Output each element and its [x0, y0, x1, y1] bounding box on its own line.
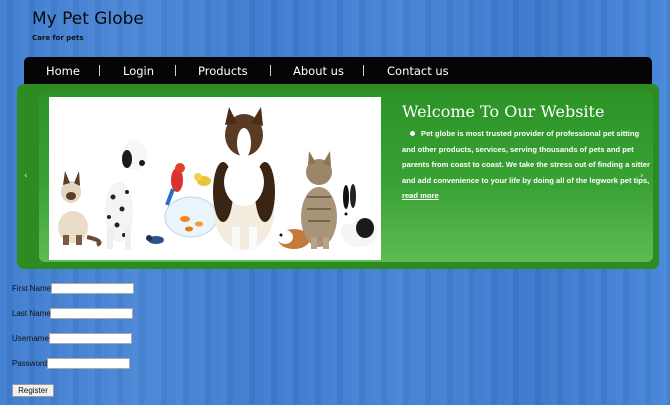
nav-login-link[interactable]: Login: [123, 64, 154, 78]
first-name-label: First Name: [12, 284, 52, 293]
username-input[interactable]: [49, 333, 132, 344]
password-input[interactable]: [47, 358, 130, 369]
bullet-icon: [410, 131, 415, 136]
nav-separator: [175, 65, 176, 76]
password-label: Password: [12, 359, 48, 368]
fishbowl-icon: [164, 196, 218, 238]
welcome-description-text: Pet globe is most trusted provider of pr…: [402, 129, 650, 201]
last-name-label: Last Name: [12, 309, 51, 318]
nav-about-link[interactable]: About us: [293, 64, 344, 78]
nav-home-link[interactable]: Home: [46, 64, 80, 78]
pets-group-image: [49, 97, 381, 260]
register-button[interactable]: Register: [12, 384, 54, 397]
nav-separator: [363, 65, 364, 76]
last-name-input[interactable]: [50, 308, 133, 319]
site-title: My Pet Globe: [32, 9, 144, 29]
welcome-description: Pet globe is most trusted provider of pr…: [402, 126, 652, 204]
first-name-input[interactable]: [51, 283, 134, 294]
read-more-link[interactable]: read more: [402, 191, 439, 200]
slider-prev-icon[interactable]: ‹: [24, 171, 28, 181]
nav-products-link[interactable]: Products: [198, 64, 248, 78]
username-label: Username: [12, 334, 49, 343]
nav-contact-link[interactable]: Contact us: [387, 64, 449, 78]
nav-separator: [270, 65, 271, 76]
nav-separator: [99, 65, 100, 76]
main-navbar: Home Login Products About us Contact us: [24, 57, 652, 85]
welcome-title: Welcome To Our Website: [402, 102, 605, 121]
site-tagline: Care for pets: [32, 34, 84, 42]
